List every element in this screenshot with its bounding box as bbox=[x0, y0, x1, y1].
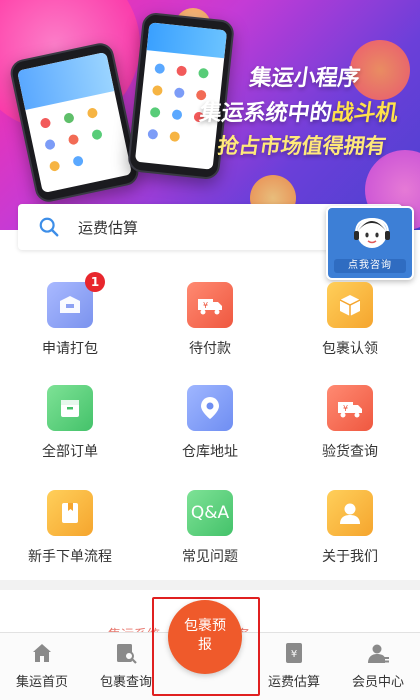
order-box-icon bbox=[47, 385, 93, 431]
box-icon bbox=[327, 282, 373, 328]
banner-line-2a: 集运系统中的 bbox=[197, 101, 334, 126]
headset-agent-icon bbox=[354, 217, 390, 248]
truck-yen-icon: ¥ bbox=[327, 385, 373, 431]
notification-badge: 1 bbox=[85, 272, 105, 292]
svg-text:¥: ¥ bbox=[291, 649, 297, 660]
menu-label: 验货查询 bbox=[322, 444, 378, 460]
menu-claim-parcel[interactable]: 包裹认领 bbox=[280, 258, 420, 358]
menu-warehouse-address[interactable]: 仓库地址 bbox=[140, 361, 280, 461]
bookmark-doc-icon bbox=[47, 490, 93, 536]
menu-label: 关于我们 bbox=[322, 549, 378, 565]
location-pin-icon bbox=[187, 385, 233, 431]
member-icon bbox=[368, 644, 389, 663]
person-icon bbox=[327, 490, 373, 536]
qa-icon: Q&A bbox=[187, 490, 233, 536]
promo-banner[interactable]: 集运小程序 集运系统中的战斗机 抢占市场值得拥有 bbox=[0, 0, 420, 230]
search-placeholder: 运费估算 bbox=[78, 218, 139, 237]
package-icon bbox=[47, 282, 93, 328]
menu-about-us[interactable]: 关于我们 bbox=[280, 466, 420, 566]
qa-icon-text: Q&A bbox=[190, 503, 230, 523]
menu-beginner-guide[interactable]: 新手下单流程 bbox=[0, 466, 140, 566]
banner-line-3: 抢占市场值得拥有 bbox=[216, 134, 388, 158]
menu-label: 新手下单流程 bbox=[28, 549, 112, 565]
home-icon bbox=[33, 644, 51, 662]
parcel-forecast-button[interactable]: 包裹预报 bbox=[168, 600, 242, 674]
nav-member-center[interactable]: 会员中心 bbox=[336, 641, 420, 690]
menu-faq[interactable]: Q&A 常见问题 bbox=[140, 466, 280, 566]
search-icon bbox=[39, 217, 59, 237]
truck-yen-icon: ¥ bbox=[187, 282, 233, 328]
app-root: 集运小程序 集运系统中的战斗机 抢占市场值得拥有 运费估算 点我咨询 1 申请打… bbox=[0, 0, 420, 700]
calculator-icon: ¥ bbox=[286, 643, 302, 663]
menu-label: 待付款 bbox=[189, 341, 231, 357]
menu-label: 仓库地址 bbox=[182, 444, 238, 460]
nav-freight-estimate[interactable]: ¥ 运费估算 bbox=[252, 641, 336, 690]
menu-label: 常见问题 bbox=[182, 549, 238, 565]
banner-line-2: 集运系统中的战斗机 bbox=[198, 95, 401, 127]
svg-text:¥: ¥ bbox=[203, 301, 208, 310]
banner-line-2b: 战斗机 bbox=[329, 101, 400, 126]
menu-inspection-query[interactable]: ¥ 验货查询 bbox=[280, 361, 420, 461]
nav-label: 会员中心 bbox=[351, 675, 404, 690]
nav-home[interactable]: 集运首页 bbox=[0, 641, 84, 690]
nav-label: 运费估算 bbox=[267, 675, 320, 690]
parcel-search-icon bbox=[117, 644, 137, 664]
section-divider bbox=[0, 580, 420, 590]
nav-label: 集运首页 bbox=[15, 675, 68, 690]
banner-line-1: 集运小程序 bbox=[247, 66, 362, 91]
menu-label: 申请打包 bbox=[42, 341, 98, 357]
fab-label: 包裹预报 bbox=[184, 618, 226, 653]
menu-pending-payment[interactable]: ¥ 待付款 bbox=[140, 258, 280, 358]
menu-apply-pack[interactable]: 1 申请打包 bbox=[0, 258, 140, 358]
menu-label: 包裹认领 bbox=[322, 341, 378, 357]
menu-all-orders[interactable]: 全部订单 bbox=[0, 361, 140, 461]
svg-text:¥: ¥ bbox=[343, 404, 348, 413]
menu-label: 全部订单 bbox=[42, 444, 98, 460]
